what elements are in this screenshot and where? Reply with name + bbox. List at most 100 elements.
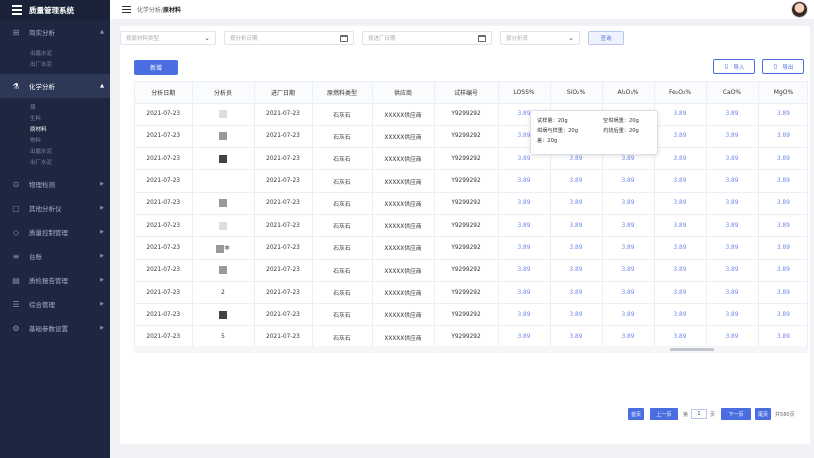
cell-mgo[interactable]: 3.89 [758, 259, 807, 282]
cell-cao[interactable]: 3.89 [706, 169, 759, 193]
cell-sio2[interactable]: 3.89 [550, 214, 603, 238]
arrival-date-picker[interactable]: 按进厂日期 [362, 31, 492, 45]
cell-cao[interactable]: 3.89 [706, 236, 759, 260]
cell-loss[interactable]: 3.89 [498, 325, 551, 349]
cell-fe2o3[interactable]: 3.89 [654, 125, 707, 149]
column-header[interactable]: Al₂O₃% [602, 82, 655, 104]
table-row[interactable]: 2021-07-23 2021-07-23 石灰石 XXXXX供应商 Y9299292 3… [135, 303, 807, 327]
column-header[interactable]: 分析员 [192, 82, 255, 104]
next-page-button[interactable]: 下一页 [721, 408, 752, 420]
cell-cao[interactable]: 3.89 [706, 214, 759, 238]
cell-mgo[interactable]: 3.89 [758, 325, 807, 349]
sidebar-item-8[interactable]: ⚙ 基础参数设置 ▶ [0, 316, 110, 340]
table-row[interactable]: 2021-07-23 2021-07-23 石灰石 XXXXX供应商 Y9299292 3… [135, 147, 807, 171]
sidebar-item-6[interactable]: ▤ 质检报告管理 ▶ [0, 268, 110, 292]
cell-mgo[interactable]: 3.89 [758, 125, 807, 149]
sidebar-item-0[interactable]: ⊞ 简实分析 ▲ [0, 20, 110, 44]
cell-fe2o3[interactable]: 3.89 [654, 147, 707, 171]
column-header[interactable]: MgO% [758, 82, 807, 104]
cell-loss[interactable]: 3.89 [498, 303, 551, 327]
sidebar-subitem[interactable]: 生料 [0, 112, 110, 123]
cell-mgo[interactable]: 3.89 [758, 169, 807, 193]
cell-sio2[interactable]: 3.89 [550, 259, 603, 282]
cell-cao[interactable]: 3.89 [706, 147, 759, 171]
menu-toggle-icon[interactable] [122, 6, 131, 13]
prev-page-button[interactable]: 上一页 [650, 408, 678, 420]
cell-mgo[interactable]: 3.89 [758, 214, 807, 238]
sidebar-item-4[interactable]: ◇ 质量控制管理 ▶ [0, 220, 110, 244]
cell-fe2o3[interactable]: 3.89 [654, 281, 707, 305]
cell-al2o3[interactable]: 3.89 [602, 236, 655, 260]
sidebar-item-5[interactable]: ≡ 台账 ▶ [0, 244, 110, 268]
cell-mgo[interactable]: 3.89 [758, 303, 807, 327]
export-button[interactable]: ⇧ 导出 [762, 59, 804, 74]
sidebar-subitem[interactable]: 出磨水泥 [0, 47, 110, 58]
column-header[interactable]: SiO₂% [550, 82, 603, 104]
sidebar-item-3[interactable]: ▢ 其他分析仪 ▶ [0, 196, 110, 220]
add-button[interactable]: 新增 [134, 60, 178, 75]
sidebar-subitem[interactable]: 煤 [0, 101, 110, 112]
cell-sio2[interactable]: 3.89 [550, 303, 603, 327]
cell-sio2[interactable]: 3.89 [550, 192, 603, 215]
cell-fe2o3[interactable]: 3.89 [654, 169, 707, 193]
sidebar-subitem[interactable]: 熟料 [0, 134, 110, 145]
table-row[interactable]: 2021-07-23 2021-07-23 石灰石 XXXXX供应商 Y9299292 3… [135, 169, 807, 193]
cell-cao[interactable]: 3.89 [706, 192, 759, 215]
table-row[interactable]: 2021-07-23 2021-07-23 石灰石 XXXXX供应商 Y9299292 3… [135, 103, 807, 126]
column-header[interactable]: CaO% [706, 82, 759, 104]
cell-al2o3[interactable]: 3.89 [602, 169, 655, 193]
cell-loss[interactable]: 3.89 [498, 281, 551, 305]
cell-cao[interactable]: 3.89 [706, 325, 759, 349]
cell-mgo[interactable]: 3.89 [758, 192, 807, 215]
cell-sio2[interactable]: 3.89 [550, 169, 603, 193]
cell-cao[interactable]: 3.89 [706, 125, 759, 149]
cell-mgo[interactable]: 3.89 [758, 147, 807, 171]
column-header[interactable]: 供应商 [372, 82, 435, 104]
cell-cao[interactable]: 3.89 [706, 103, 759, 126]
table-row[interactable]: 2021-07-23 丰 2021-07-23 石灰石 XXXXX供应商 Y9299292… [135, 236, 807, 260]
first-page-button[interactable]: 首页 [628, 408, 644, 420]
table-row[interactable]: 2021-07-23 2021-07-23 石灰石 XXXXX供应商 Y9299292 3… [135, 125, 807, 149]
sidebar-subitem[interactable]: 原材料 [0, 123, 110, 134]
column-header[interactable]: 试样编号 [434, 82, 499, 104]
table-row[interactable]: 2021-07-23 2021-07-23 石灰石 XXXXX供应商 Y9299292 3… [135, 214, 807, 238]
cell-sio2[interactable]: 3.89 [550, 325, 603, 349]
cell-al2o3[interactable]: 3.89 [602, 214, 655, 238]
sidebar-item-7[interactable]: ☰ 综合管理 ▶ [0, 292, 110, 316]
cell-al2o3[interactable]: 3.89 [602, 281, 655, 305]
cell-cao[interactable]: 3.89 [706, 303, 759, 327]
horizontal-scrollbar[interactable] [134, 346, 808, 353]
table-row[interactable]: 2021-07-23 2 2021-07-23 石灰石 XXXXX供应商 Y9299292… [135, 281, 807, 305]
breadcrumb-parent[interactable]: 化学分析 [137, 7, 161, 14]
cell-fe2o3[interactable]: 3.89 [654, 236, 707, 260]
sidebar-subitem[interactable]: 出磨水泥 [0, 145, 110, 156]
table-row[interactable]: 2021-07-23 2021-07-23 石灰石 XXXXX供应商 Y9299292 3… [135, 259, 807, 282]
cell-mgo[interactable]: 3.89 [758, 281, 807, 305]
cell-loss[interactable]: 3.89 [498, 236, 551, 260]
cell-al2o3[interactable]: 3.89 [602, 303, 655, 327]
material-type-select[interactable]: 按原材料类型 ⌄ [120, 31, 216, 45]
sidebar-item-2[interactable]: ⊙ 物理检测 ▶ [0, 172, 110, 196]
table-row[interactable]: 2021-07-23 2021-07-23 石灰石 XXXXX供应商 Y9299292 3… [135, 192, 807, 215]
analysis-date-picker[interactable]: 按分析日期 [224, 31, 354, 45]
cell-fe2o3[interactable]: 3.89 [654, 303, 707, 327]
analyst-select[interactable]: 按分析员 ⌄ [500, 31, 580, 45]
cell-cao[interactable]: 3.89 [706, 259, 759, 282]
user-avatar[interactable] [791, 1, 808, 18]
cell-loss[interactable]: 3.89 [498, 214, 551, 238]
cell-al2o3[interactable]: 3.89 [602, 192, 655, 215]
cell-fe2o3[interactable]: 3.89 [654, 214, 707, 238]
page-number-input[interactable]: 1 [691, 409, 708, 419]
column-header[interactable]: LOSS% [498, 82, 551, 104]
cell-loss[interactable]: 3.89 [498, 259, 551, 282]
query-button[interactable]: 查询 [588, 31, 624, 45]
import-button[interactable]: ⇩ 导入 [713, 59, 755, 74]
cell-fe2o3[interactable]: 3.89 [654, 259, 707, 282]
cell-fe2o3[interactable]: 3.89 [654, 325, 707, 349]
cell-mgo[interactable]: 3.89 [758, 103, 807, 126]
scrollbar-thumb[interactable] [670, 348, 714, 351]
cell-cao[interactable]: 3.89 [706, 281, 759, 305]
cell-sio2[interactable]: 3.89 [550, 281, 603, 305]
column-header[interactable]: 原燃料类型 [312, 82, 373, 104]
cell-loss[interactable]: 3.89 [498, 169, 551, 193]
